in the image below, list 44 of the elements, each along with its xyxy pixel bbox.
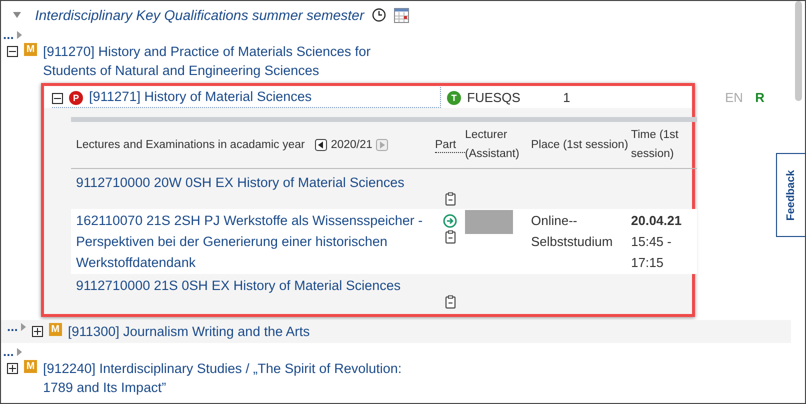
- clock-icon[interactable]: [372, 8, 386, 22]
- scrollbar-thumb[interactable]: [795, 1, 802, 101]
- credits-text: 1: [563, 90, 570, 104]
- module-badge: M: [24, 360, 37, 373]
- code-text: FUESQS: [467, 90, 522, 104]
- module-link[interactable]: [912240] Interdisciplinary Studies / „The Spirit of Revolution: 1789 and Its Impact”: [43, 359, 403, 397]
- language-text: EN: [725, 90, 744, 105]
- expand-triangle-icon[interactable]: [13, 12, 21, 18]
- column-header: Time (1st session): [631, 128, 680, 162]
- collapse-toggle[interactable]: [7, 46, 18, 57]
- status-badge: T: [447, 91, 461, 105]
- module-badge: M: [24, 43, 37, 56]
- column-header: Part: [435, 138, 465, 152]
- module-badge: M: [48, 323, 62, 336]
- year-label: 2020/21: [330, 138, 372, 152]
- place-text: Online--Selbststudium: [531, 213, 613, 249]
- collapse-toggle[interactable]: [52, 93, 63, 104]
- course-link[interactable]: 9112710000 21S 0SH EX History of Material Sciences: [71, 275, 435, 296]
- clipboard-icon[interactable]: [444, 230, 456, 244]
- column-header: Place (1st session): [531, 138, 630, 152]
- section-title: Interdisciplinary Key Qualifications summer semester: [35, 7, 364, 23]
- table-heading: Lectures and Examinations in acadamic year: [76, 138, 305, 152]
- clipboard-icon[interactable]: [444, 192, 456, 206]
- module-link[interactable]: [911300] Journalism Writing and the Arts: [68, 322, 468, 341]
- course-link[interactable]: 9112710000 20W 0SH EX History of Material Sciences: [71, 172, 435, 193]
- feedback-tab[interactable]: Feedback: [776, 153, 805, 237]
- course-link[interactable]: [911271] History of Material Sciences: [89, 87, 419, 106]
- ellipsis-link[interactable]: ...: [3, 30, 14, 40]
- triangle-icon[interactable]: [20, 323, 26, 331]
- ellipsis-link[interactable]: ...: [7, 322, 18, 332]
- column-header: Lecturer (Assistant): [465, 128, 520, 162]
- expand-toggle[interactable]: [7, 363, 18, 374]
- course-link[interactable]: 162110070 21S 2SH PJ Werkstoffe als Wissensspeicher - Perspektiven bei der Generierung einer historischen Werkstoffdatendank: [71, 210, 435, 273]
- date-text: 20.04.21: [631, 212, 683, 230]
- clipboard-icon[interactable]: [444, 295, 456, 309]
- calendar-icon[interactable]: [394, 8, 410, 22]
- expand-toggle[interactable]: [32, 326, 43, 337]
- previous-year-icon[interactable]: [314, 139, 327, 151]
- module-link[interactable]: [911270] History and Practice of Materials Sciences for Students of Natural and Engineering Sciences: [43, 42, 403, 80]
- time-text: 15:45 - 17:15: [631, 233, 672, 272]
- arrow-circle-icon[interactable]: [443, 214, 457, 228]
- type-text: R: [755, 90, 764, 105]
- status-badge: P: [69, 90, 83, 104]
- ellipsis-link[interactable]: ...: [3, 347, 14, 357]
